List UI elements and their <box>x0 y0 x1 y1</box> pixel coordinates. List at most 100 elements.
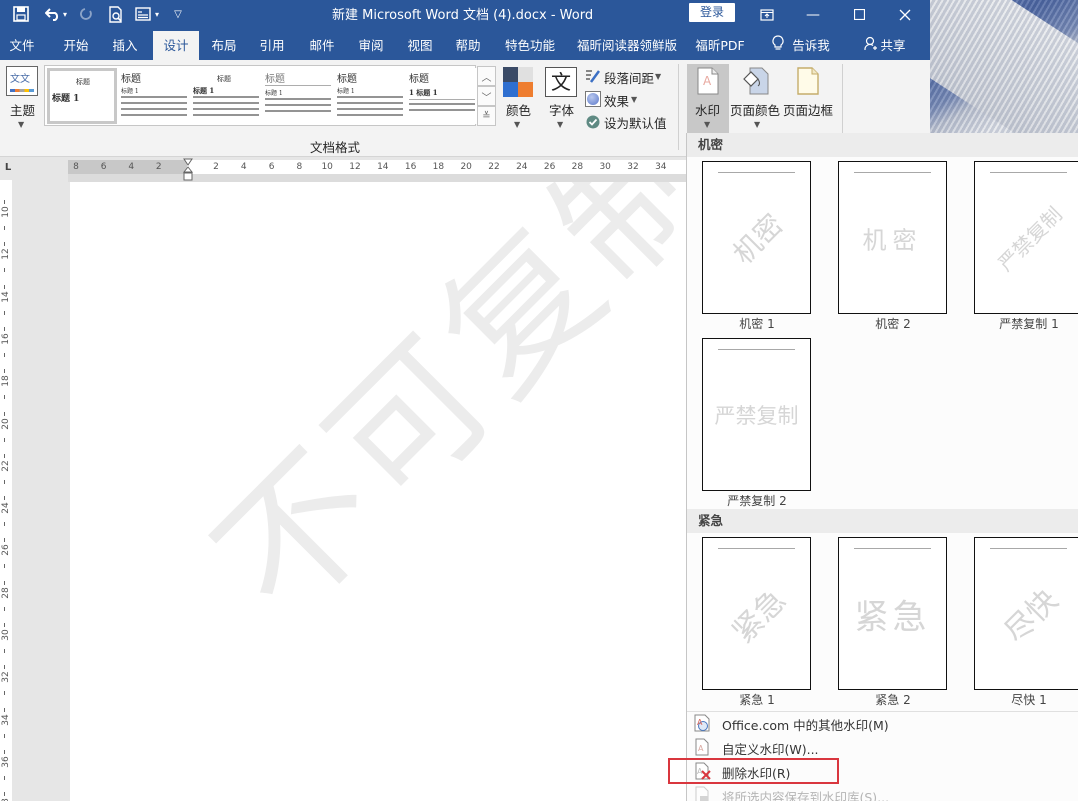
ruler-tick <box>4 522 5 527</box>
watermark-caption: 严禁复制 1 <box>999 317 1059 331</box>
ruler-tick-label: 28 <box>571 162 584 172</box>
tab-home[interactable]: 开始 <box>54 31 98 60</box>
watermark-caption: 机密 2 <box>875 317 911 331</box>
ruler-tick-label: 28 <box>1 586 11 599</box>
style-set-item[interactable]: 标题 标题 1 <box>191 68 261 124</box>
tab-file[interactable]: 文件 <box>0 31 44 60</box>
minimize-icon[interactable]: — <box>790 0 836 29</box>
style-set-item[interactable]: 标题 标题 1 <box>47 68 117 124</box>
set-as-default-button[interactable]: 设为默认值 <box>585 111 675 131</box>
tab-mailings[interactable]: 邮件 <box>297 31 347 60</box>
watermark-option-asap-1[interactable]: 尽快 尽快 1 <box>969 537 1078 712</box>
tab-references[interactable]: 引用 <box>249 31 295 60</box>
watermark-option-urgent-1[interactable]: 紧急 紧急 1 <box>697 537 811 712</box>
tab-help[interactable]: 帮助 <box>444 31 492 60</box>
group-separator <box>678 64 679 150</box>
maximize-icon[interactable] <box>836 0 882 29</box>
tab-special-features[interactable]: 特色功能 <box>496 31 564 60</box>
more-watermarks-office-com[interactable]: A Office.com 中的其他水印(M) <box>687 711 1078 735</box>
page-borders-icon <box>797 67 819 99</box>
themes-button[interactable]: 文文 主题 ▼ <box>4 64 40 136</box>
watermark-button[interactable]: A 水印 ▼ <box>687 64 729 133</box>
gallery-expand-icon[interactable]: ≚ <box>477 106 496 126</box>
ruler-tick-label: 20 <box>1 417 11 430</box>
tab-view[interactable]: 视图 <box>396 31 444 60</box>
style-set-item[interactable]: 标题 标题 1 <box>335 68 405 124</box>
ruler-tick <box>4 665 5 670</box>
ruler-tick <box>4 749 5 754</box>
indent-marker-icon[interactable] <box>182 158 194 182</box>
ruler-tick <box>4 623 5 627</box>
form-button[interactable]: ▾ <box>130 4 164 24</box>
ruler-tick <box>4 733 5 738</box>
page-color-button[interactable]: 页面颜色 ▼ <box>730 64 782 136</box>
watermark-option-confidential-2[interactable]: 机密 机密 2 <box>833 161 947 336</box>
chevron-down-icon: ▼ <box>18 120 25 129</box>
ruler-tick-label: 24 <box>1 502 11 514</box>
ruler-tick-label: 26 <box>1 544 11 557</box>
group-separator <box>842 64 843 134</box>
watermark-preview: 机密 <box>838 161 947 314</box>
watermark-caption: 尽快 1 <box>1011 693 1047 707</box>
page-borders-button[interactable]: 页面边框 <box>783 64 835 136</box>
svg-text:A: A <box>703 74 712 88</box>
tell-me[interactable]: 告诉我 <box>762 31 840 60</box>
ruler-tick <box>4 352 5 357</box>
style-set-item[interactable]: 标题 标题 1 <box>119 68 189 124</box>
fonts-label: 字体 <box>549 103 575 118</box>
tab-layout[interactable]: 布局 <box>201 31 247 60</box>
share-button[interactable]: 共享 <box>855 31 915 60</box>
redo-icon[interactable] <box>76 4 96 24</box>
chevron-down-icon: ▼ <box>631 95 638 104</box>
paragraph-spacing-button[interactable]: 段落间距 ▼ <box>585 66 675 86</box>
page-watermark: 不可复制 <box>184 182 688 650</box>
gallery-scroll-down-icon[interactable]: ﹀ <box>477 86 496 106</box>
section-header-urgent: 紧急 <box>687 509 1078 533</box>
ruler-shade <box>68 174 688 182</box>
save-icon[interactable] <box>9 4 33 24</box>
customize-qat-icon[interactable]: ▽ <box>170 4 186 24</box>
theme-icon: 文文 <box>6 66 38 96</box>
color-swatch-icon <box>503 67 533 97</box>
ruler-tick-label: 34 <box>1 713 11 726</box>
ruler-tick <box>4 496 5 501</box>
colors-button[interactable]: 颜色 ▼ <box>500 64 536 136</box>
print-preview-icon[interactable] <box>106 4 126 24</box>
tab-foxit-reader[interactable]: 福昕阅读器领鲜版 <box>572 31 682 60</box>
fonts-icon: 文 <box>545 67 577 97</box>
undo-icon <box>44 8 59 21</box>
ruler-tick-label: 32 <box>1 671 11 684</box>
close-icon[interactable] <box>882 0 928 29</box>
custom-watermark[interactable]: A 自定义水印(W)... <box>687 735 1078 759</box>
tab-insert[interactable]: 插入 <box>102 31 148 60</box>
tab-design[interactable]: 设计 <box>153 31 199 60</box>
horizontal-ruler[interactable]: 8 6 4 2 2 4 6 8 10 12 14 16 18 20 22 24 26 28 30 32 34 <box>68 160 688 174</box>
tab-foxit-pdf[interactable]: 福昕PDF <box>690 31 750 60</box>
login-button[interactable]: 登录 <box>689 3 735 22</box>
vertical-ruler[interactable]: 101214161820222426283032343638 <box>0 180 12 801</box>
watermark-preview: 尽快 <box>974 537 1078 690</box>
watermark-caption: 紧急 1 <box>739 693 775 707</box>
ruler-tick-label: 30 <box>599 162 611 172</box>
fonts-button[interactable]: 文 字体 ▼ <box>543 64 579 136</box>
ribbon-display-options-icon[interactable] <box>744 0 790 29</box>
watermark-option-confidential-1[interactable]: 机密 机密 1 <box>697 161 811 336</box>
tab-selector-icon[interactable]: L <box>0 157 16 177</box>
watermark-option-urgent-2[interactable]: 紧急 紧急 2 <box>833 537 947 712</box>
custom-watermark-icon: A <box>694 738 710 756</box>
tab-review[interactable]: 审阅 <box>347 31 395 60</box>
undo-dropdown-icon[interactable]: ▾ <box>63 10 67 19</box>
ruler-tick <box>4 437 5 442</box>
effects-button[interactable]: 效果 ▼ <box>585 89 645 109</box>
style-set-item[interactable]: 标题 1 标题 1 <box>407 68 477 124</box>
gallery-scroll-up-icon[interactable]: ︿ <box>477 66 496 86</box>
watermark-option-do-not-copy-1[interactable]: 严禁复制 严禁复制 1 <box>969 161 1078 336</box>
document-page[interactable]: 不可复制 <box>70 182 688 801</box>
undo-button[interactable]: ▾ <box>42 4 70 24</box>
style-set-item[interactable]: 标题 标题 1 <box>263 68 333 124</box>
ruler-tick-label: 10 <box>1 206 11 218</box>
ruler-tick-label: 22 <box>1 460 11 472</box>
svg-text:A: A <box>697 718 703 727</box>
watermark-option-do-not-copy-2[interactable]: 严禁复制 严禁复制 2 <box>697 338 811 513</box>
ruler-tick-label: 36 <box>1 756 11 768</box>
